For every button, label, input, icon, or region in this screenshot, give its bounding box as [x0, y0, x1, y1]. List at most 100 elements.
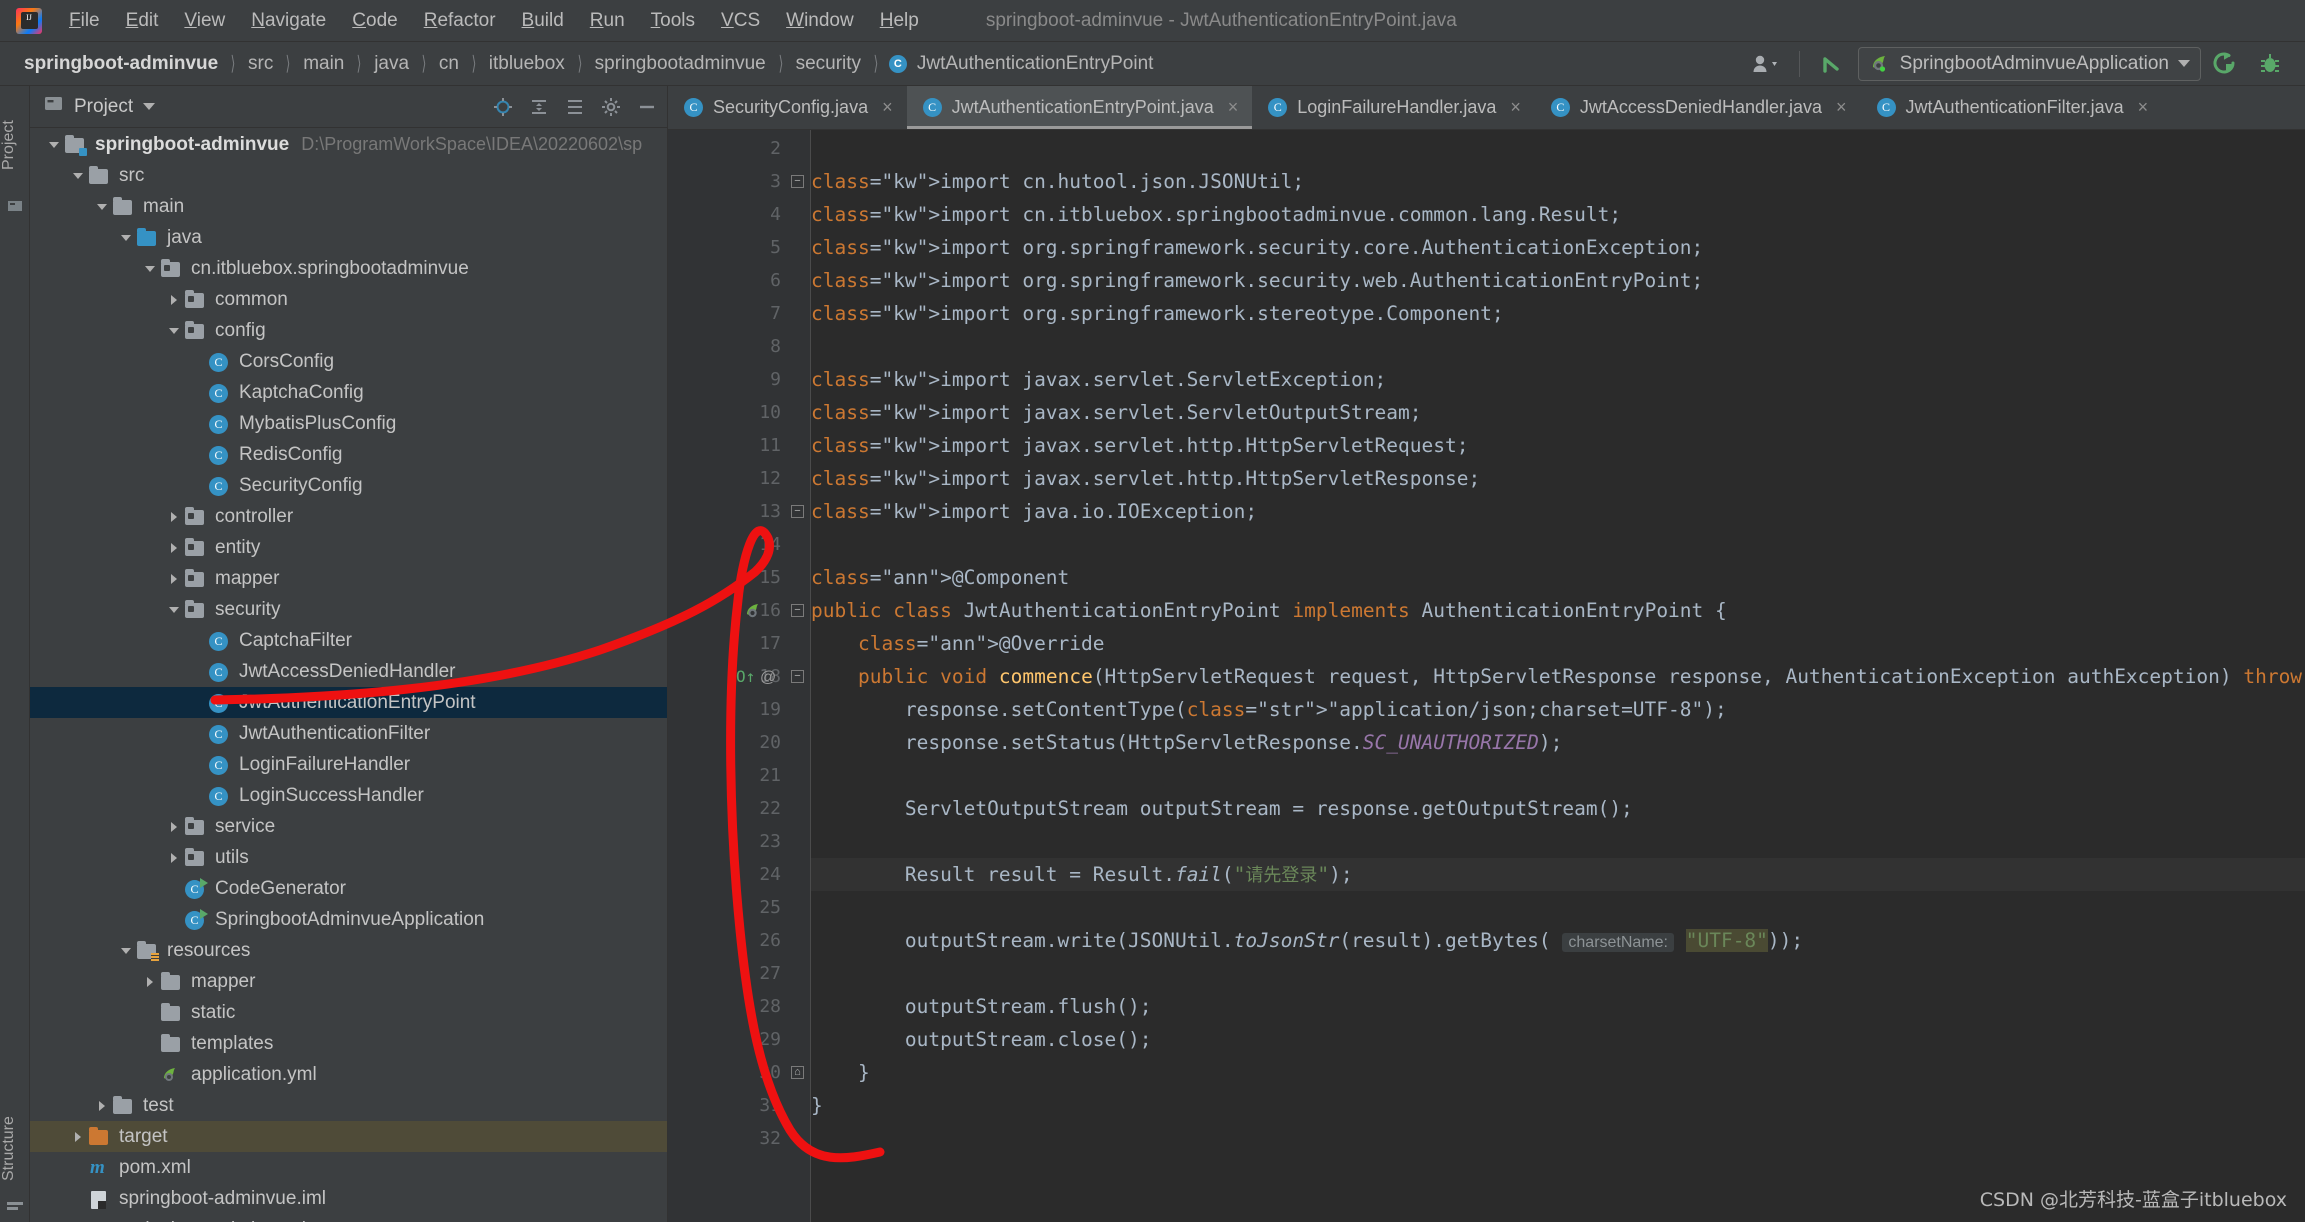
- close-icon[interactable]: ×: [1836, 97, 1847, 118]
- tool-window-tab-structure[interactable]: Structure: [0, 1094, 30, 1204]
- tree-row[interactable]: resources: [30, 935, 667, 966]
- tree-row[interactable]: C CaptchaFilter: [30, 625, 667, 656]
- chevron-down-icon[interactable]: [92, 197, 112, 217]
- editor-tab[interactable]: C SecurityConfig.java ×: [668, 86, 907, 129]
- breadcrumb-item-class[interactable]: JwtAuthenticationEntryPoint: [915, 51, 1156, 77]
- chevron-down-icon[interactable]: [116, 941, 136, 961]
- tree-row[interactable]: src: [30, 160, 667, 191]
- breadcrumb-item-cn[interactable]: cn: [437, 51, 461, 77]
- code-line[interactable]: public void commence(HttpServletRequest …: [811, 660, 2302, 693]
- chevron-down-icon[interactable]: [44, 135, 64, 155]
- expand-all-icon[interactable]: [529, 97, 549, 117]
- code-line[interactable]: class="kw">import cn.hutool.json.JSONUti…: [811, 165, 1304, 198]
- tree-row[interactable]: java: [30, 222, 667, 253]
- run-configuration-selector[interactable]: SpringbootAdminvueApplication: [1857, 46, 2201, 81]
- tree-row[interactable]: templates: [30, 1028, 667, 1059]
- breadcrumb-item-itbluebox[interactable]: itbluebox: [487, 51, 567, 77]
- editor-tab[interactable]: C LoginFailureHandler.java ×: [1252, 86, 1535, 129]
- tree-row[interactable]: application.yml: [30, 1059, 667, 1090]
- tree-row[interactable]: C KaptchaConfig: [30, 377, 667, 408]
- tree-row[interactable]: main: [30, 191, 667, 222]
- tree-row[interactable]: springboot-adminvue D:\ProgramWorkSpace\I…: [30, 129, 667, 160]
- menu-navigate[interactable]: Navigate: [238, 7, 339, 35]
- chevron-down-icon[interactable]: [143, 103, 156, 110]
- fold-expand-icon[interactable]: −: [791, 175, 804, 188]
- menu-build[interactable]: Build: [509, 7, 577, 35]
- breadcrumb-item-security[interactable]: security: [794, 51, 863, 77]
- menu-refactor[interactable]: Refactor: [411, 7, 509, 35]
- chevron-right-icon[interactable]: [164, 848, 184, 868]
- close-icon[interactable]: ×: [882, 97, 893, 118]
- tree-row[interactable]: C SecurityConfig: [30, 470, 667, 501]
- editor-tab[interactable]: C JwtAccessDeniedHandler.java ×: [1535, 86, 1861, 129]
- chevron-right-icon[interactable]: [164, 290, 184, 310]
- code-editor[interactable]: 2 3 4 5 6 7 8 9 10 11 12 13 14 15 16 17 18 19 20 21 22 23 24 25…: [668, 130, 2305, 1222]
- collapse-all-icon[interactable]: [565, 97, 585, 117]
- fold-expand-icon[interactable]: −: [791, 505, 804, 518]
- tree-row[interactable]: C JwtAccessDeniedHandler: [30, 656, 667, 687]
- tree-row[interactable]: test: [30, 1090, 667, 1121]
- code-line[interactable]: class="kw">import javax.servlet.ServletO…: [811, 396, 1421, 429]
- debug-icon[interactable]: [2251, 48, 2289, 80]
- menu-file[interactable]: File: [56, 7, 113, 35]
- chevron-right-icon[interactable]: [164, 538, 184, 558]
- code-content[interactable]: class="kw">import cn.hutool.json.JSONUti…: [811, 130, 2305, 1222]
- menu-vcs[interactable]: VCS: [708, 7, 773, 35]
- code-line[interactable]: outputStream.write(JSONUtil.toJsonStr(re…: [811, 924, 1803, 957]
- bottom-left-icon[interactable]: [6, 1198, 24, 1216]
- code-line[interactable]: class="kw">import javax.servlet.ServletE…: [811, 363, 1386, 396]
- code-line[interactable]: class="kw">import java.io.IOException;: [811, 495, 1257, 528]
- breadcrumb-item-java[interactable]: java: [372, 51, 411, 77]
- tool-window-tab-project[interactable]: Project: [0, 100, 30, 190]
- tree-row[interactable]: C MybatisPlusConfig: [30, 408, 667, 439]
- tree-row[interactable]: springboot-adminvue.ipr: [30, 1214, 667, 1222]
- breadcrumb-item-springbootadminvue[interactable]: springbootadminvue: [593, 51, 768, 77]
- code-line[interactable]: }: [811, 1056, 870, 1089]
- tree-row[interactable]: C CorsConfig: [30, 346, 667, 377]
- hide-panel-icon[interactable]: [637, 97, 657, 117]
- tree-row[interactable]: m pom.xml: [30, 1152, 667, 1183]
- tree-row[interactable]: static: [30, 997, 667, 1028]
- fold-expand-icon[interactable]: −: [791, 604, 804, 617]
- fold-expand-icon[interactable]: −: [791, 670, 804, 683]
- tree-row[interactable]: C RedisConfig: [30, 439, 667, 470]
- chevron-right-icon[interactable]: [140, 972, 160, 992]
- code-line[interactable]: class="kw">import cn.itbluebox.springboo…: [811, 198, 1621, 231]
- code-line[interactable]: class="kw">import javax.servlet.http.Htt…: [811, 462, 1480, 495]
- tree-row[interactable]: C JwtAuthenticationFilter: [30, 718, 667, 749]
- chevron-down-icon[interactable]: [116, 228, 136, 248]
- tree-row[interactable]: C CodeGenerator: [30, 873, 667, 904]
- tree-row[interactable]: cn.itbluebox.springbootadminvue: [30, 253, 667, 284]
- fold-expand-icon[interactable]: ⌂: [791, 1066, 804, 1079]
- chevron-down-icon[interactable]: [68, 166, 88, 186]
- tree-row[interactable]: C JwtAuthenticationEntryPoint: [30, 687, 667, 718]
- close-icon[interactable]: ×: [1510, 97, 1521, 118]
- gear-icon[interactable]: [601, 97, 621, 117]
- chevron-right-icon[interactable]: [164, 817, 184, 837]
- chevron-right-icon[interactable]: [164, 507, 184, 527]
- tree-row[interactable]: mapper: [30, 966, 667, 997]
- code-folding-strip[interactable]: − − − − ⌂: [781, 130, 811, 1222]
- code-line[interactable]: response.setContentType(class="str">"app…: [811, 693, 1727, 726]
- menu-help[interactable]: Help: [867, 7, 932, 35]
- user-icon[interactable]: [1747, 48, 1785, 80]
- menu-code[interactable]: Code: [339, 7, 410, 35]
- code-line[interactable]: }: [811, 1089, 823, 1122]
- tree-row[interactable]: controller: [30, 501, 667, 532]
- code-line[interactable]: class="kw">import org.springframework.se…: [811, 231, 1703, 264]
- tree-row[interactable]: security: [30, 594, 667, 625]
- spring-bean-gutter-icon[interactable]: [744, 594, 766, 627]
- chevron-right-icon[interactable]: [92, 1096, 112, 1116]
- tree-row[interactable]: mapper: [30, 563, 667, 594]
- tree-row[interactable]: config: [30, 315, 667, 346]
- close-icon[interactable]: ×: [2138, 97, 2149, 118]
- project-tree[interactable]: springboot-adminvue D:\ProgramWorkSpace\I…: [30, 129, 667, 1222]
- tree-row[interactable]: entity: [30, 532, 667, 563]
- tree-row[interactable]: C LoginSuccessHandler: [30, 780, 667, 811]
- tree-row[interactable]: C LoginFailureHandler: [30, 749, 667, 780]
- tree-row[interactable]: C SpringbootAdminvueApplication: [30, 904, 667, 935]
- menu-tools[interactable]: Tools: [638, 7, 708, 35]
- editor-tab[interactable]: C JwtAuthenticationFilter.java ×: [1861, 86, 2163, 129]
- code-line[interactable]: response.setStatus(HttpServletResponse.S…: [811, 726, 1562, 759]
- menu-run[interactable]: Run: [577, 7, 638, 35]
